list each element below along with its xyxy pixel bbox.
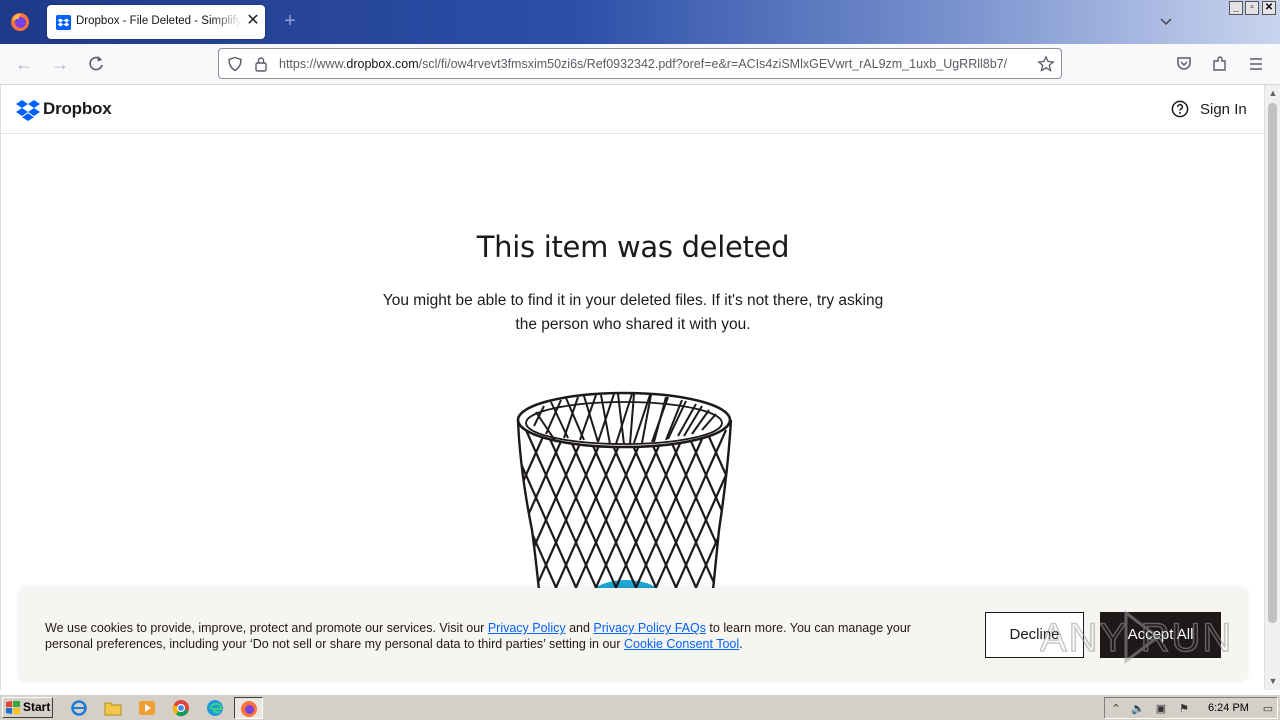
new-tab-button[interactable]: + [280,10,300,32]
url-path: /scl/fi/ow4rvevt3fmsxim50zi6s/Ref0932342… [418,57,1008,71]
action-center-flag-icon[interactable]: ⚑ [1177,703,1191,716]
browser-nav-bar: ← → https://www.dropbox.com/scl/fi/ow4rv… [0,44,1280,85]
cookie-text-part: and [565,621,594,635]
list-all-tabs-icon[interactable] [1158,14,1174,28]
decline-button[interactable]: Decline [985,612,1084,658]
chrome-icon[interactable] [172,699,190,717]
restore-button[interactable]: ▫ [1245,1,1259,15]
back-arrow-icon[interactable]: ← [14,54,34,74]
internet-explorer-icon[interactable] [70,699,88,717]
page-vertical-scrollbar[interactable]: ▲ ▼ [1264,85,1280,690]
url-text[interactable]: https://www.dropbox.com/scl/fi/ow4rvevt3… [279,57,1027,71]
tab-close-icon[interactable]: ✕ [244,12,262,30]
bookmark-star-icon[interactable] [1037,55,1055,73]
page-title: This item was deleted [476,230,790,264]
cookie-text-part: We use cookies to provide, improve, prot… [45,621,488,635]
cookie-banner: We use cookies to provide, improve, prot… [20,588,1246,680]
tab-title: Dropbox - File Deleted - Simplify your l… [76,15,242,27]
web-page: Dropbox Sign In This item was deleted Yo… [0,85,1264,690]
cookie-text-part: . [739,637,743,651]
tab-dropbox-file-deleted[interactable]: Dropbox - File Deleted - Simplify your l… [47,5,265,39]
show-hidden-icons-icon[interactable]: ⌃ [1109,703,1123,716]
padlock-icon[interactable] [254,56,268,72]
extensions-puzzle-icon[interactable] [1210,54,1230,74]
network-icon[interactable]: ▣ [1154,703,1168,716]
start-label: Start [23,700,51,714]
forward-arrow-icon[interactable]: → [50,54,70,74]
dropbox-logo-icon[interactable] [16,99,40,121]
volume-icon[interactable]: 🔈 [1131,703,1145,716]
windows-taskbar: Start ⌃ 🔈 ▣ ⚑ ▭ 6:24 PM [0,693,1280,720]
start-button[interactable]: Start [2,697,53,718]
site-header: Dropbox Sign In [1,85,1264,134]
show-desktop-icon[interactable]: ▭ [1261,703,1275,716]
reload-icon[interactable] [86,54,106,74]
edge-icon[interactable] [206,699,224,717]
cookie-consent-tool-link[interactable]: Cookie Consent Tool [624,637,739,651]
trash-can-illustration [516,391,733,600]
url-bar[interactable]: https://www.dropbox.com/scl/fi/ow4rvevt3… [218,48,1062,79]
close-window-button[interactable]: ✕ [1262,1,1276,15]
url-domain: dropbox.com [346,57,419,71]
pocket-icon[interactable] [1174,54,1194,74]
privacy-policy-faqs-link[interactable]: Privacy Policy FAQs [593,621,706,635]
scrollbar-thumb[interactable] [1268,103,1277,623]
taskbar-firefox-active[interactable] [234,697,263,719]
brand-name[interactable]: Dropbox [43,99,112,119]
browser-tab-strip: Dropbox - File Deleted - Simplify your l… [0,0,1280,44]
scroll-up-arrow-icon[interactable]: ▲ [1267,87,1279,99]
firefox-icon[interactable] [10,12,30,32]
minimize-button[interactable]: _ [1229,1,1243,15]
tracking-protection-shield-icon[interactable] [227,56,243,72]
dropbox-favicon-icon [56,15,71,30]
taskbar-clock[interactable]: 6:24 PM [1208,702,1249,714]
help-question-icon[interactable] [1171,100,1189,118]
url-prefix: https://www. [279,57,347,71]
system-tray: ⌃ 🔈 ▣ ⚑ ▭ [1104,697,1278,719]
privacy-policy-link[interactable]: Privacy Policy [488,621,566,635]
firefox-taskbar-icon [241,701,257,717]
file-explorer-icon[interactable] [104,699,122,717]
windows-flag-icon [6,701,20,714]
hamburger-menu-icon[interactable] [1246,54,1266,74]
media-player-icon[interactable] [138,699,156,717]
sign-in-link[interactable]: Sign In [1200,101,1247,118]
cookie-notice-text: We use cookies to provide, improve, prot… [45,620,955,652]
scroll-down-arrow-icon[interactable]: ▼ [1267,675,1279,687]
accept-all-button[interactable]: Accept All [1100,612,1221,658]
page-description: You might be able to find it in your del… [382,292,884,333]
